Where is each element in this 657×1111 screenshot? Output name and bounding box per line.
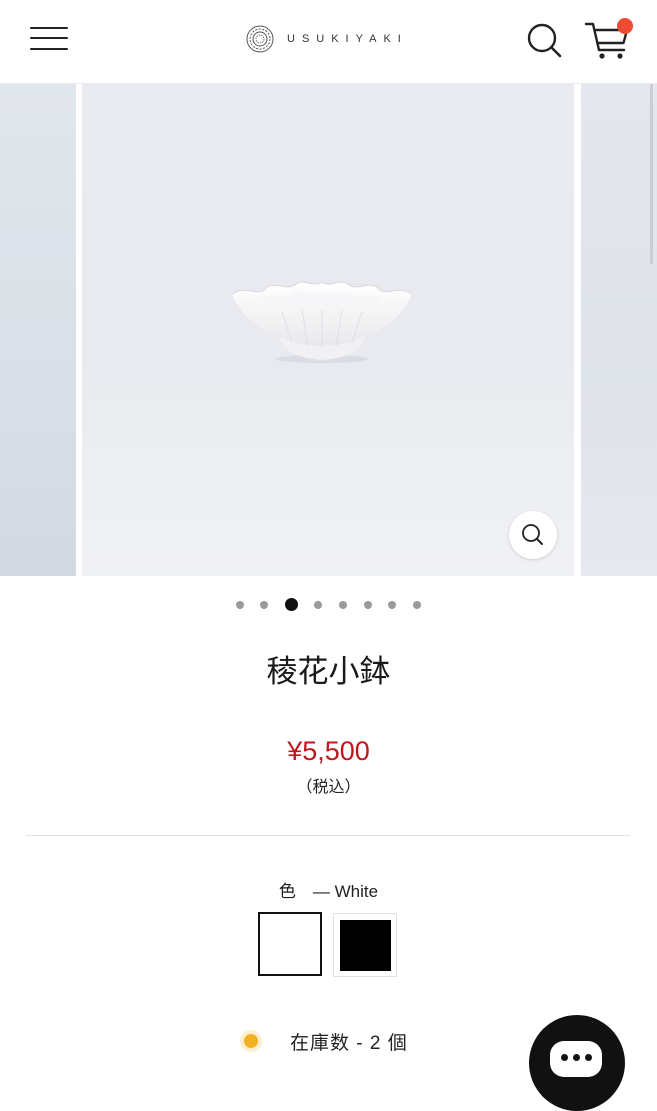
product-image[interactable] (82, 84, 574, 576)
cart-badge (617, 18, 633, 34)
logo-mark-icon (246, 25, 274, 53)
page-scrollbar[interactable] (650, 84, 653, 264)
stock-text: 在庫数 - 2 個 (290, 1032, 408, 1054)
chat-bubble-icon (550, 1041, 602, 1077)
product-image-carousel[interactable] (0, 84, 657, 576)
site-header: USUKIYAKI (0, 0, 657, 84)
stock-status: 在庫数 - 2 個 (244, 1026, 408, 1056)
brand-name: USUKIYAKI (287, 33, 408, 45)
search-button[interactable] (522, 18, 566, 62)
color-swatch-white[interactable] (258, 912, 322, 976)
pagination-dot[interactable] (413, 601, 421, 609)
pagination-dot[interactable] (388, 601, 396, 609)
product-title: 稜花小鉢 (266, 654, 391, 690)
color-option-label: 色 — White (278, 882, 379, 901)
pagination-dot[interactable] (236, 601, 244, 609)
product-price: ¥5,500 (287, 736, 370, 766)
carousel-pagination (0, 596, 657, 614)
zoom-button[interactable] (509, 511, 557, 559)
pagination-dot[interactable] (260, 601, 268, 609)
bowl-image (231, 281, 413, 363)
previous-slide[interactable] (0, 84, 76, 576)
pagination-dot[interactable] (314, 601, 322, 609)
pagination-dot[interactable] (364, 601, 372, 609)
chat-button[interactable] (529, 1015, 625, 1111)
search-icon (527, 23, 562, 58)
tax-note: （税込） (296, 779, 361, 796)
brand-logo[interactable]: USUKIYAKI (245, 22, 408, 56)
color-swatch-black[interactable] (333, 913, 397, 977)
stock-indicator-icon (244, 1034, 258, 1048)
zoom-icon (522, 524, 543, 545)
menu-button[interactable] (26, 18, 72, 58)
divider (26, 835, 630, 836)
hamburger-menu-icon (30, 27, 68, 29)
pagination-dot[interactable] (339, 601, 347, 609)
pagination-dot-active[interactable] (285, 598, 298, 611)
next-slide[interactable] (581, 84, 657, 576)
